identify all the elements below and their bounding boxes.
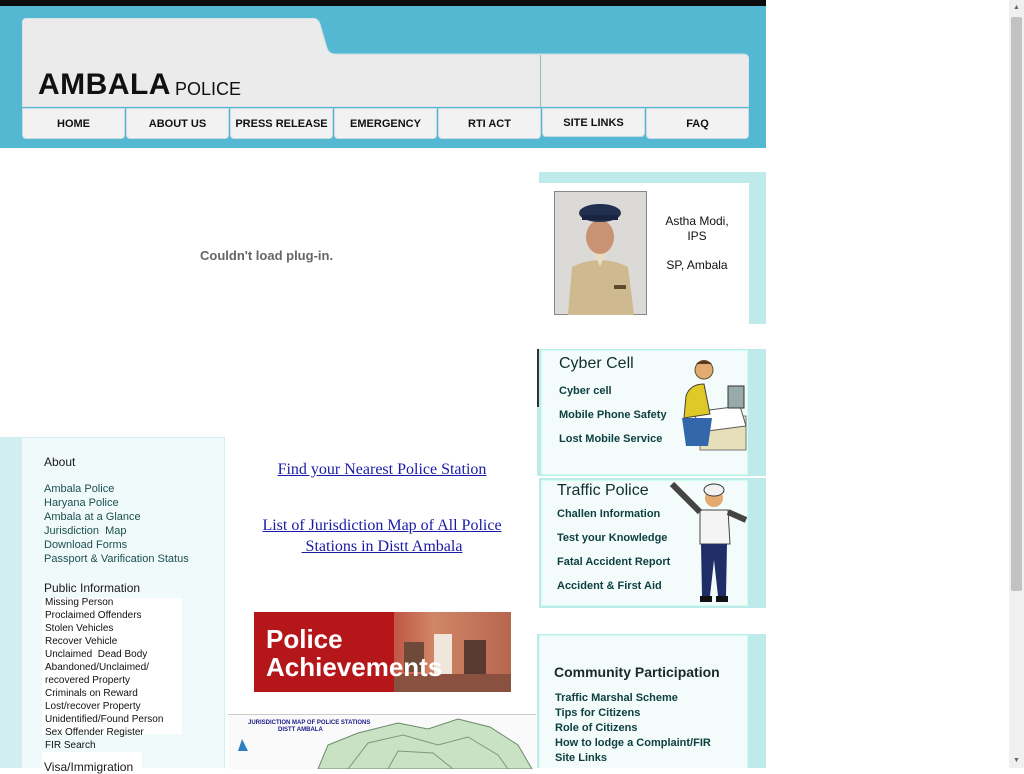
public-link-lost-recover-property[interactable]: Lost/recover Property: [45, 701, 141, 712]
community-link-complaint[interactable]: How to lodge a Complaint/FIR: [555, 737, 711, 749]
visa-heading: Visa/Immigration: [44, 760, 134, 774]
traffic-officer-illustration: [670, 481, 748, 602]
scroll-up-arrow-icon[interactable]: ▲: [1009, 0, 1024, 15]
public-link-fir-search[interactable]: FIR Search: [45, 740, 96, 751]
scroll-down-arrow-icon[interactable]: ▼: [1009, 753, 1024, 768]
public-link-unclaimed-dead-body[interactable]: Unclaimed Dead Body: [45, 649, 147, 660]
banner-line1: Police: [266, 624, 343, 654]
nav-emergency[interactable]: EMERGENCY: [334, 108, 437, 139]
plugin-error-message: Couldn't load plug-in.: [200, 248, 334, 263]
about-link-jurisdiction-map[interactable]: Jurisdiction Map: [44, 525, 127, 537]
sp-rank: IPS: [687, 229, 707, 243]
jurisdiction-map-thumbnail[interactable]: JURISDICTION MAP OF POLICE STATIONS DIST…: [228, 714, 536, 769]
scrollbar-thumb[interactable]: [1011, 17, 1022, 591]
nav-site-links[interactable]: SITE LINKS: [542, 108, 645, 137]
public-link-abandoned-property[interactable]: Abandoned/Unclaimed/: [45, 662, 149, 673]
about-link-ambala-police[interactable]: Ambala Police: [44, 483, 114, 495]
brand-title: AMBALA: [38, 68, 171, 101]
public-link-sex-offender-register[interactable]: Sex Offender Register: [45, 727, 144, 738]
about-link-at-a-glance[interactable]: Ambala at a Glance: [44, 511, 141, 523]
community-link-traffic-marshal[interactable]: Traffic Marshal Scheme: [555, 692, 678, 704]
public-link-stolen-vehicles[interactable]: Stolen Vehicles: [45, 623, 113, 634]
community-title: Community Participation: [554, 664, 720, 680]
public-link-unidentified-person[interactable]: Unidentified/Found Person: [45, 714, 163, 725]
public-link-recovered-property[interactable]: recovered Property: [45, 675, 130, 686]
sp-name: Astha Modi,: [665, 214, 729, 228]
map-title-line1: JURISDICTION MAP OF POLICE STATIONS: [248, 720, 371, 726]
jurisdiction-list-link-line2[interactable]: Stations in Distt Ambala: [240, 538, 524, 556]
nav-about-us[interactable]: ABOUT US: [126, 108, 229, 139]
community-link-tips[interactable]: Tips for Citizens: [555, 707, 640, 719]
nav-press-release[interactable]: PRESS RELEASE: [230, 108, 333, 139]
public-link-proclaimed-offenders[interactable]: Proclaimed Offenders: [45, 610, 142, 621]
map-title-line2: DISTT AMBALA: [278, 727, 323, 733]
traffic-link-test[interactable]: Test your Knowledge: [557, 532, 667, 544]
jurisdiction-list-link-line1[interactable]: List of Jurisdiction Map of All Police: [240, 517, 524, 535]
about-link-download-forms[interactable]: Download Forms: [44, 539, 127, 551]
about-heading: About: [44, 455, 76, 469]
traffic-link-first-aid[interactable]: Accident & First Aid: [557, 580, 662, 592]
about-link-passport-status[interactable]: Passport & Varification Status: [44, 553, 189, 565]
banner-line2: Achievements: [266, 652, 443, 682]
cyber-link-mobile-safety[interactable]: Mobile Phone Safety: [559, 409, 667, 421]
about-link-haryana-police[interactable]: Haryana Police: [44, 497, 119, 509]
public-info-heading: Public Information: [44, 581, 141, 595]
public-link-missing-person[interactable]: Missing Person: [45, 597, 113, 608]
traffic-link-fatal[interactable]: Fatal Accident Report: [557, 556, 670, 568]
nav-home[interactable]: HOME: [22, 108, 125, 139]
header-divider: [540, 55, 541, 107]
community-link-site-links[interactable]: Site Links: [555, 752, 607, 764]
cyber-link-cyber-cell[interactable]: Cyber cell: [559, 385, 612, 397]
sp-post: SP, Ambala: [666, 258, 728, 272]
cyber-link-lost-mobile[interactable]: Lost Mobile Service: [559, 433, 662, 445]
traffic-link-challan[interactable]: Challen Information: [557, 508, 660, 520]
nearest-police-station-link[interactable]: Find your Nearest Police Station: [240, 461, 524, 479]
police-achievements-banner[interactable]: Police Achievements: [254, 612, 511, 692]
public-link-recover-vehicle[interactable]: Recover Vehicle: [45, 636, 117, 647]
cyber-title: Cyber Cell: [559, 355, 634, 372]
sp-portrait-photo: [554, 191, 647, 315]
brand-subtitle: POLICE: [175, 79, 242, 99]
public-link-criminals-on-reward[interactable]: Criminals on Reward: [45, 688, 138, 699]
traffic-title: Traffic Police: [557, 482, 649, 499]
nav-rti-act[interactable]: RTI ACT: [438, 108, 541, 139]
nav-faq[interactable]: FAQ: [646, 108, 749, 139]
community-link-role[interactable]: Role of Citizens: [555, 722, 638, 734]
cyber-officer-illustration: [682, 360, 747, 451]
cyber-edge-line: [537, 349, 539, 407]
